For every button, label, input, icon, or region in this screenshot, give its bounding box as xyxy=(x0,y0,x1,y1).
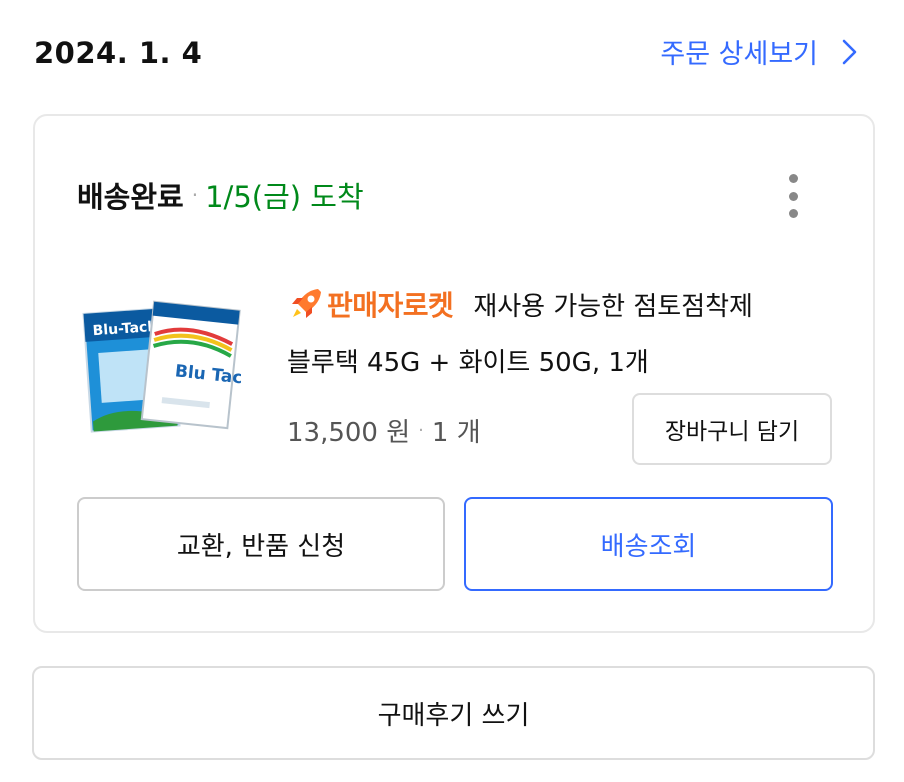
badge-label: 판매자로켓 xyxy=(327,289,454,322)
price-separator: · xyxy=(418,420,424,441)
exchange-return-button[interactable]: 교환, 반품 신청 xyxy=(77,497,445,591)
rocket-icon xyxy=(292,289,321,318)
write-review-button[interactable]: 구매후기 쓰기 xyxy=(32,666,875,760)
order-card: 배송완료 · 1/5(금) 도착 Blu-Tack Blu Tack 판매자로켓… xyxy=(33,114,875,633)
price-row: 13,500 원 · 1 개 xyxy=(287,412,481,449)
order-date: 2024. 1. 4 xyxy=(34,36,203,70)
kebab-menu-icon[interactable] xyxy=(783,174,803,218)
seller-rocket-badge: 판매자로켓 xyxy=(287,284,454,324)
delivery-status: 배송완료 xyxy=(77,180,184,214)
add-to-cart-button[interactable]: 장바구니 담기 xyxy=(632,393,832,465)
order-detail-link[interactable]: 주문 상세보기 xyxy=(660,32,864,71)
track-delivery-button[interactable]: 배송조회 xyxy=(464,497,833,591)
order-detail-label: 주문 상세보기 xyxy=(660,39,818,70)
product-name-line1: 재사용 가능한 점토점착제 xyxy=(473,291,753,322)
product-name-line2[interactable]: 블루택 45G + 화이트 50G, 1개 xyxy=(287,342,649,379)
delivery-status-row: 배송완료 · 1/5(금) 도착 xyxy=(77,174,364,216)
product-price: 13,500 원 xyxy=(287,418,411,448)
product-image[interactable]: Blu-Tack Blu Tack xyxy=(81,292,241,440)
chevron-right-icon xyxy=(842,39,857,64)
status-separator: · xyxy=(191,183,199,207)
product-quantity: 1 개 xyxy=(431,418,481,448)
arrival-date: 1/5(금) 도착 xyxy=(205,180,364,214)
product-title-line1[interactable]: 판매자로켓 재사용 가능한 점토점착제 xyxy=(287,284,753,324)
order-header: 2024. 1. 4 주문 상세보기 xyxy=(34,28,864,78)
